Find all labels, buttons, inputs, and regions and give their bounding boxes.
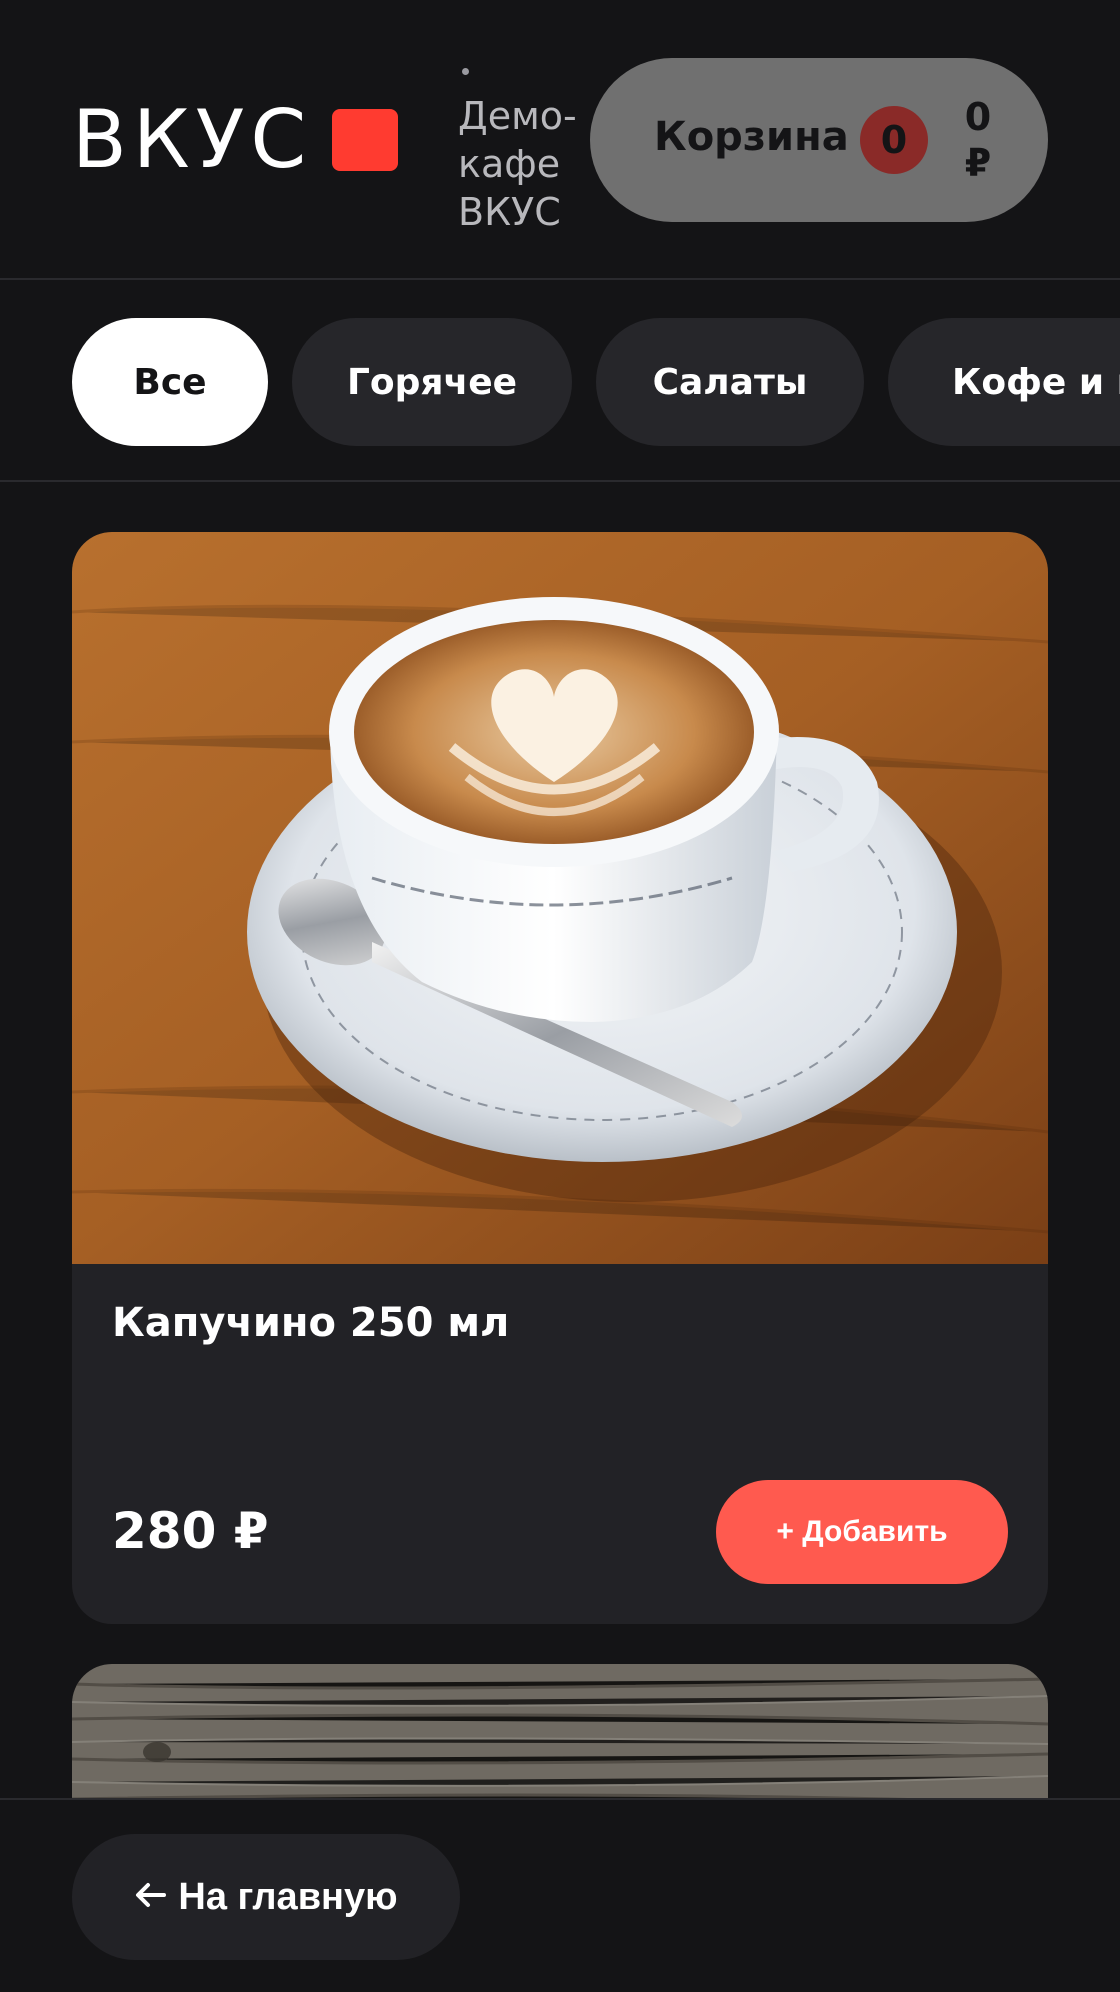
add-to-cart-button[interactable]: + Добавить xyxy=(716,1480,1008,1584)
product-name: Капучино 250 мл xyxy=(112,1300,510,1346)
cart-total: 0 ₽ xyxy=(958,94,998,186)
logo[interactable]: ВКУС xyxy=(72,93,399,186)
back-home-button[interactable]: На главную xyxy=(72,1834,460,1960)
cart-count-badge: 0 xyxy=(860,106,928,174)
category-tabs: Все Горячее Салаты Кофе и н xyxy=(0,282,1120,482)
cart-total-amount: 0 xyxy=(964,95,992,139)
logo-text: ВКУС xyxy=(72,93,313,186)
cart-label: Корзина xyxy=(654,114,849,160)
back-home-label: На главную xyxy=(178,1875,398,1918)
cart-button[interactable]: Корзина 0 0 ₽ xyxy=(590,58,1048,222)
logo-square-icon xyxy=(332,109,399,171)
cart-total-currency: ₽ xyxy=(964,141,992,185)
tab-salads[interactable]: Салаты xyxy=(596,318,864,446)
arrow-left-icon xyxy=(134,1876,167,1919)
product-card: Капучино 250 мл 280 ₽ + Добавить xyxy=(72,532,1048,1624)
bottom-bar: На главную xyxy=(0,1798,1120,1992)
tab-coffee[interactable]: Кофе и н xyxy=(888,318,1120,446)
menu-page: ВКУС Демо-кафе ВКУС Корзина 0 0 ₽ Все Го… xyxy=(0,0,1120,1992)
tab-hot[interactable]: Горячее xyxy=(292,318,572,446)
tab-all[interactable]: Все xyxy=(72,318,268,446)
cafe-name: Демо-кафе ВКУС xyxy=(458,94,577,234)
separator-dot xyxy=(462,68,469,75)
header: ВКУС Демо-кафе ВКУС Корзина 0 0 ₽ xyxy=(0,0,1120,280)
product-image[interactable] xyxy=(72,532,1048,1264)
product-price: 280 ₽ xyxy=(112,1502,269,1560)
